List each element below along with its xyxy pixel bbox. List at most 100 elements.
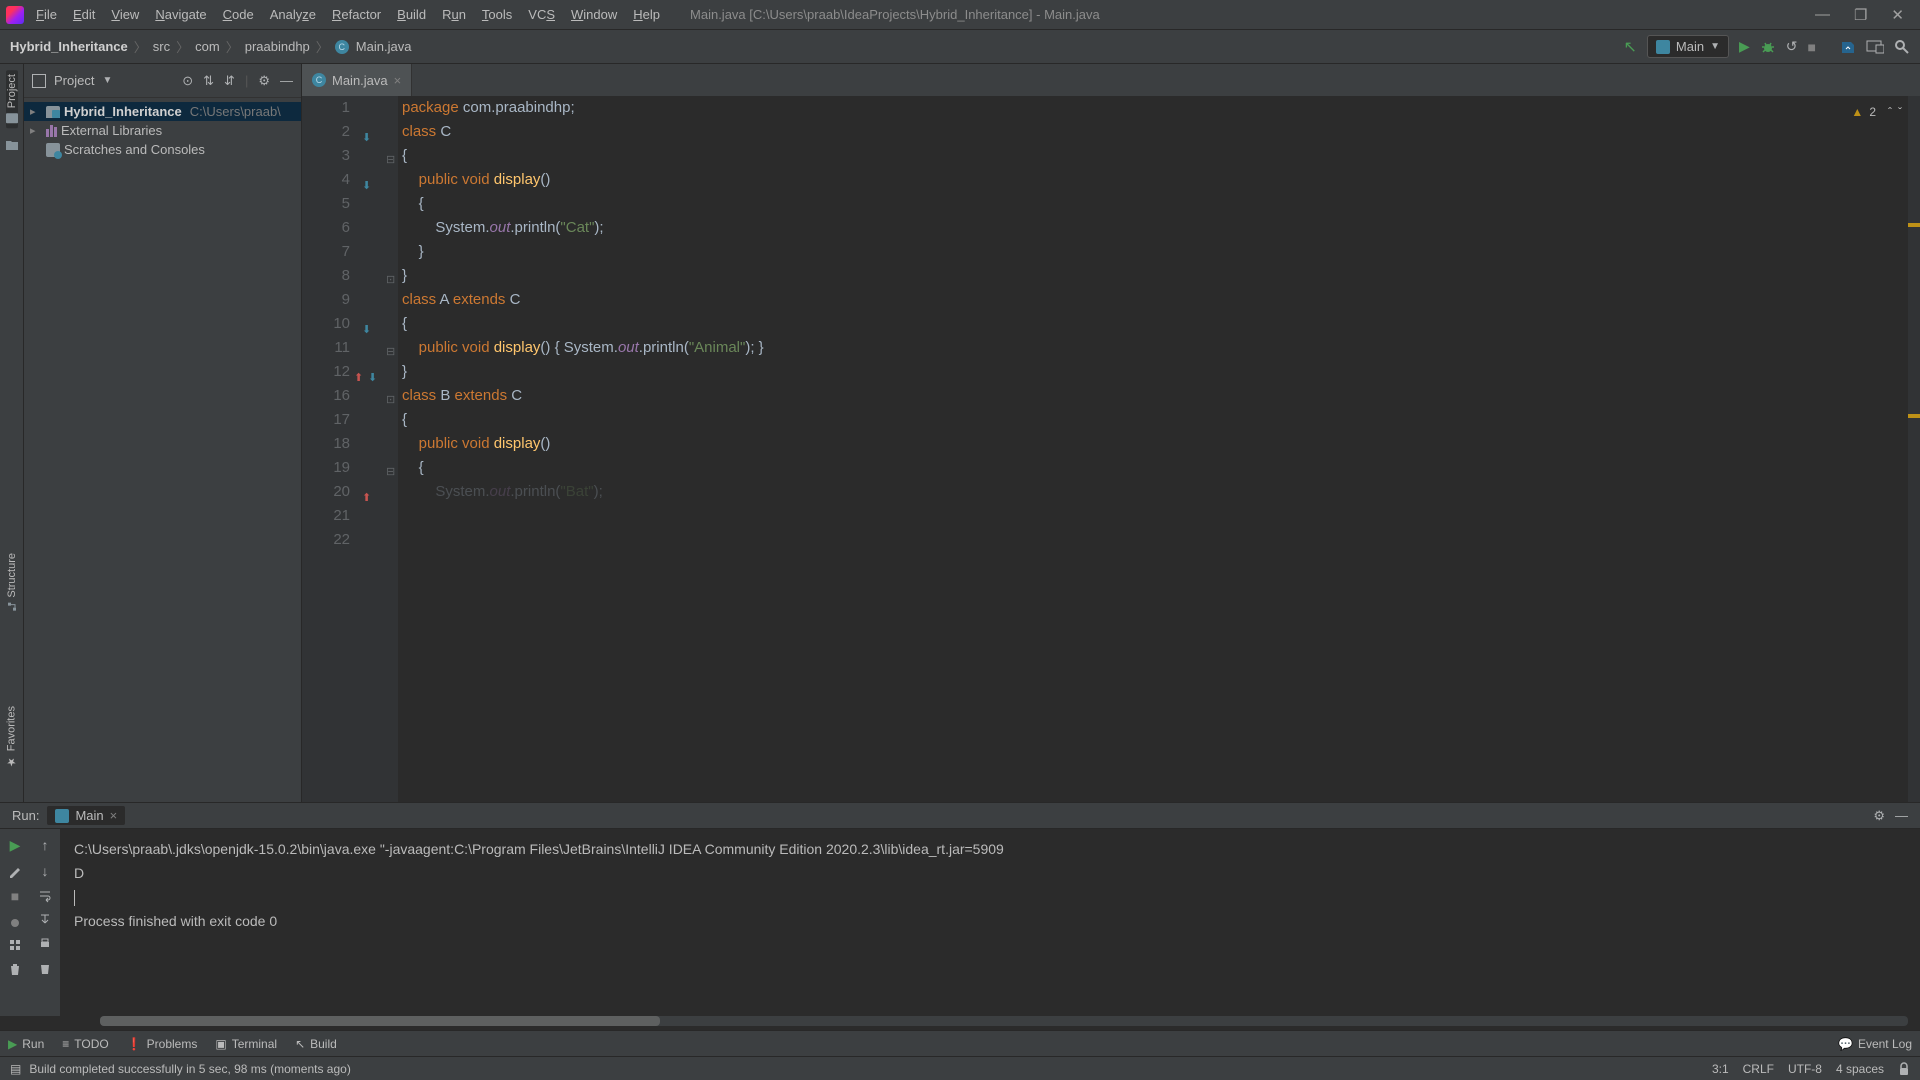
close-icon[interactable]: × [110,808,118,823]
maximize-button[interactable]: ❐ [1854,6,1867,24]
down-button[interactable]: ↓ [42,863,49,879]
run-tool-tab[interactable]: ▶Run [8,1037,44,1051]
menu-edit[interactable]: Edit [73,7,95,22]
expand-arrow-icon[interactable]: ▸ [30,105,42,118]
class-icon: C [335,40,349,54]
run-tab-label: Main [75,808,103,823]
editor-body[interactable]: 12345678910111216171819202122 ⬇⬇⬇⬆⬇⬆ ⊟⊡⊟… [302,96,1920,802]
scrollbar-thumb[interactable] [100,1016,660,1026]
main-menu: File Edit View Navigate Code Analyze Ref… [36,7,660,22]
layout-button[interactable] [8,938,22,952]
tool-windows-button[interactable]: ▤ [10,1062,21,1076]
ide-icon[interactable] [1866,39,1884,55]
project-panel-title[interactable]: Project [54,73,94,88]
inspections-widget[interactable]: ▲ 2 ˆ ˇ [1851,100,1902,124]
project-tree[interactable]: ▸ Hybrid_Inheritance C:\Users\praab\ ▸ E… [24,98,301,163]
menu-window[interactable]: Window [571,7,617,22]
scrollbar-mark-warning [1908,414,1920,418]
gear-icon[interactable]: ⚙ [1873,808,1885,824]
module-icon [46,106,60,118]
tree-item-label: External Libraries [61,123,162,138]
hide-button[interactable]: — [280,73,293,89]
stop-button[interactable]: ■ [11,888,19,904]
commit-tool-button[interactable] [5,138,19,152]
menu-vcs[interactable]: VCS [528,7,555,22]
tree-external-libs[interactable]: ▸ External Libraries [24,121,301,140]
status-bar: ▤ Build completed successfully in 5 sec,… [0,1056,1920,1080]
editor-scrollbar[interactable] [1908,96,1920,802]
indent-setting[interactable]: 4 spaces [1836,1062,1884,1076]
window-title: Main.java [C:\Users\praab\IdeaProjects\H… [690,7,1815,22]
caret-position[interactable]: 3:1 [1712,1062,1729,1076]
tree-root[interactable]: ▸ Hybrid_Inheritance C:\Users\praab\ [24,102,301,121]
bc-file[interactable]: Main.java [356,39,412,54]
run-button[interactable]: ▶ [1739,38,1750,55]
editor-tab[interactable]: C Main.java × [302,64,412,96]
todo-tool-tab[interactable]: ≡TODO [62,1037,108,1051]
gutter-icons: ⬇⬇⬇⬆⬇⬆ [362,96,384,802]
expand-arrow-icon[interactable]: ▸ [30,124,42,137]
menu-tools[interactable]: Tools [482,7,512,22]
scroll-to-end-button[interactable] [38,913,52,927]
console-line: Process finished with exit code 0 [74,909,1906,933]
hide-button[interactable]: — [1895,808,1908,824]
menu-code[interactable]: Code [223,7,254,22]
minimize-button[interactable]: — [1815,6,1830,24]
debug-button[interactable] [1760,39,1776,55]
menu-run[interactable]: Run [442,7,466,22]
run-config-selector[interactable]: Main ▼ [1647,35,1729,58]
menu-refactor[interactable]: Refactor [332,7,381,22]
console-scrollbar[interactable] [100,1016,1908,1026]
dump-threads-button[interactable] [8,914,22,928]
clear-button[interactable] [38,961,52,975]
menu-file[interactable]: File [36,7,57,22]
next-highlight-icon[interactable]: ˇ [1898,100,1902,124]
prev-highlight-icon[interactable]: ˆ [1888,100,1892,124]
project-panel: Project ▼ ⊙ ⇅ ⇵ | ⚙ — ▸ Hybrid_Inheritan… [24,64,302,802]
terminal-tool-tab[interactable]: ▣Terminal [215,1037,277,1051]
close-button[interactable]: ✕ [1891,6,1904,24]
up-button[interactable]: ↑ [42,837,49,853]
menu-build[interactable]: Build [397,7,426,22]
structure-tool-button[interactable]: Structure [6,549,18,616]
lock-icon[interactable] [1898,1062,1910,1076]
build-icon[interactable]: ↖ [1624,37,1637,57]
title-bar: File Edit View Navigate Code Analyze Ref… [0,0,1920,30]
stop-button[interactable]: ■ [1808,39,1816,55]
menu-navigate[interactable]: Navigate [155,7,206,22]
search-everywhere-button[interactable] [1894,39,1910,55]
soft-wrap-button[interactable] [38,889,52,903]
gear-icon[interactable]: ⚙ [258,73,270,89]
project-tool-button[interactable]: Project [6,70,18,128]
chevron-down-icon[interactable]: ▼ [102,75,112,86]
rerun-button[interactable]: ▶ [10,837,21,854]
run-tab[interactable]: Main × [47,806,125,825]
console-output[interactable]: C:\Users\praab\.jdks\openjdk-15.0.2\bin\… [60,829,1920,1016]
favorites-tool-button[interactable]: ★ Favorites [5,702,18,772]
menu-analyze[interactable]: Analyze [270,7,316,22]
problems-tool-tab[interactable]: ❗Problems [127,1037,198,1051]
build-tool-tab[interactable]: ↖Build [295,1037,337,1051]
fold-column[interactable]: ⊟⊡⊟⊡⊟ [384,96,398,802]
bc-src[interactable]: src [153,39,170,54]
locate-icon[interactable]: ⊙ [182,73,193,89]
tree-scratches[interactable]: Scratches and Consoles [24,140,301,159]
menu-help[interactable]: Help [633,7,660,22]
event-log-tool-tab[interactable]: 💬Event Log [1838,1037,1912,1051]
bc-com[interactable]: com [195,39,220,54]
expand-all-icon[interactable]: ⇅ [203,73,214,89]
bc-pkg[interactable]: praabindhp [245,39,310,54]
git-update-button[interactable] [1840,39,1856,55]
delete-button[interactable] [8,962,22,976]
close-icon[interactable]: × [394,73,402,88]
tree-root-name: Hybrid_Inheritance [64,104,182,119]
line-separator[interactable]: CRLF [1743,1062,1774,1076]
print-button[interactable] [38,937,52,951]
coverage-button[interactable]: ↺ [1786,38,1798,55]
file-encoding[interactable]: UTF-8 [1788,1062,1822,1076]
edit-config-button[interactable] [8,864,22,878]
bc-root[interactable]: Hybrid_Inheritance [10,39,128,54]
menu-view[interactable]: View [111,7,139,22]
code-area[interactable]: package com.praabindhp;class C{ public v… [398,96,1920,802]
collapse-all-icon[interactable]: ⇵ [224,73,235,89]
